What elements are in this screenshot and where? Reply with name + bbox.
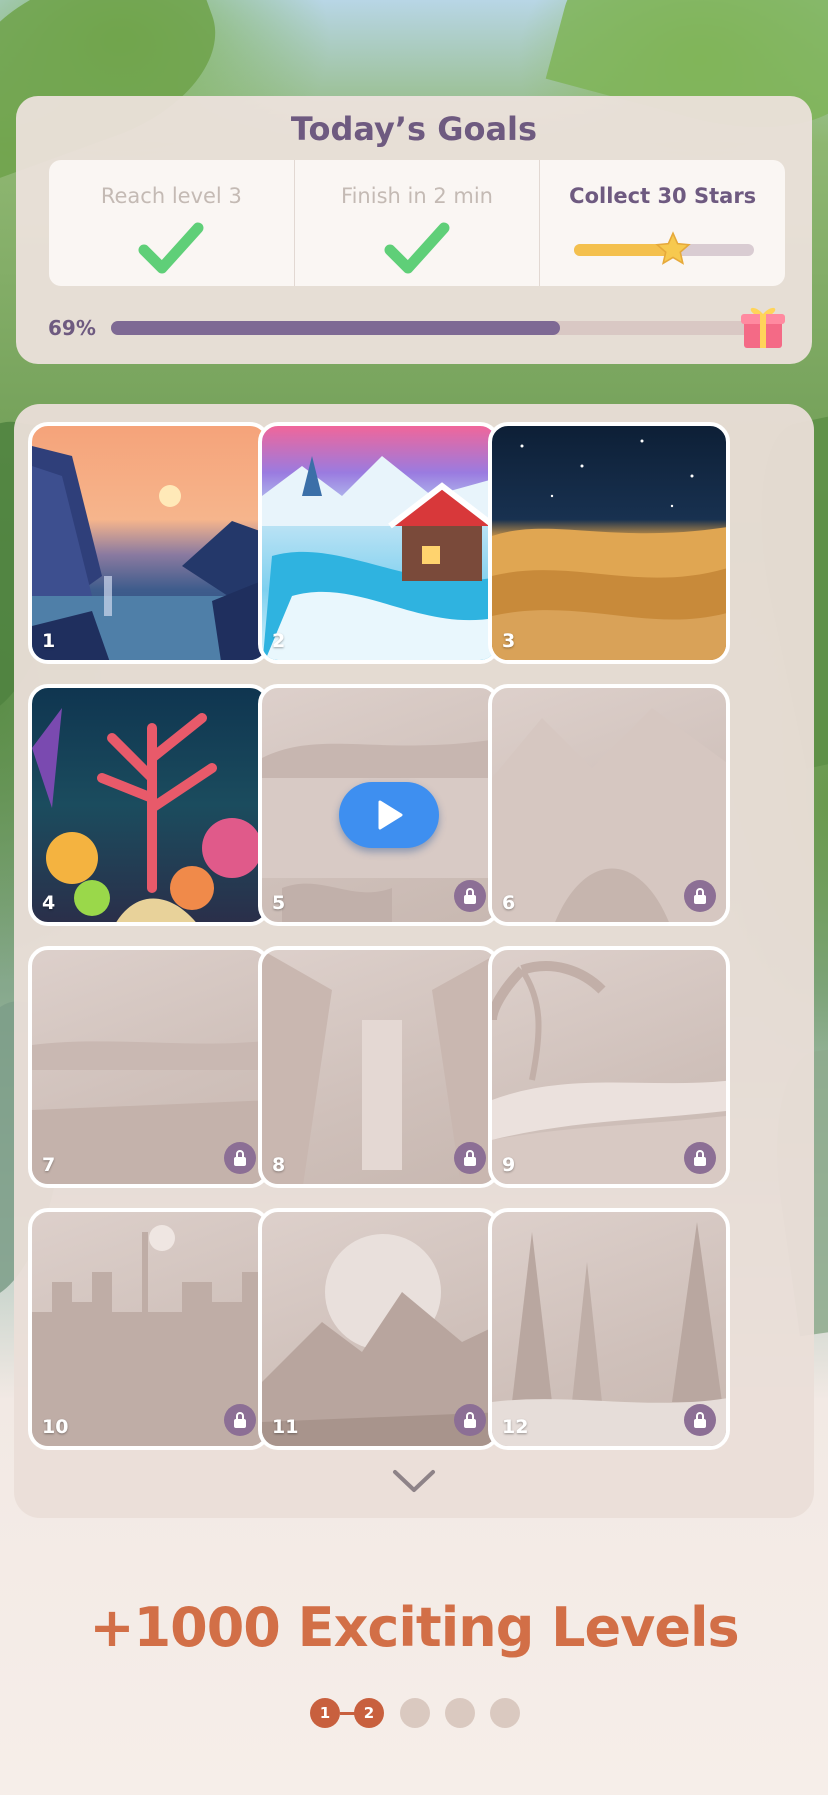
level-tile[interactable]: 10 bbox=[28, 1208, 270, 1450]
level-number: 1 bbox=[42, 630, 56, 652]
level-art bbox=[492, 439, 726, 660]
lock-icon bbox=[224, 1142, 256, 1174]
lock-icon bbox=[454, 1142, 486, 1174]
play-icon bbox=[378, 800, 403, 830]
level-art bbox=[262, 456, 496, 660]
level-art bbox=[32, 708, 262, 922]
level-tile[interactable]: 8 bbox=[258, 946, 500, 1188]
lock-icon bbox=[684, 880, 716, 912]
level-tile[interactable]: 3 bbox=[488, 422, 730, 664]
level-art bbox=[32, 446, 266, 660]
star-icon bbox=[655, 231, 692, 265]
level-number: 11 bbox=[272, 1416, 299, 1438]
goals-title: Today’s Goals bbox=[290, 110, 538, 148]
page-dot[interactable] bbox=[400, 1698, 430, 1728]
level-number: 5 bbox=[272, 892, 286, 914]
play-ad-button[interactable] bbox=[339, 782, 439, 848]
goal-label: Reach level 3 bbox=[100, 184, 242, 208]
level-number: 8 bbox=[272, 1154, 286, 1176]
todays-goals-panel: Today’s Goals Reach level 3 Finish in 2 … bbox=[16, 96, 812, 364]
level-tile[interactable]: 5 bbox=[258, 684, 500, 926]
page-dot-2[interactable]: 2 bbox=[354, 1698, 384, 1728]
goal-collect-stars: Collect 30 Stars bbox=[540, 160, 785, 286]
level-tile[interactable]: 2 bbox=[258, 422, 500, 664]
overall-progress-fill bbox=[111, 321, 560, 335]
stars-progress-bar bbox=[574, 231, 755, 265]
lock-icon bbox=[454, 1404, 486, 1436]
level-number: 3 bbox=[502, 630, 516, 652]
level-number: 12 bbox=[502, 1416, 529, 1438]
goal-reach-level: Reach level 3 bbox=[49, 160, 295, 286]
page-dot[interactable] bbox=[490, 1698, 520, 1728]
overall-progress-label: 69% bbox=[48, 316, 96, 340]
goal-finish-time: Finish in 2 min bbox=[295, 160, 541, 286]
page-dot[interactable] bbox=[445, 1698, 475, 1728]
level-number: 2 bbox=[272, 630, 286, 652]
gift-icon[interactable] bbox=[740, 302, 786, 350]
level-number: 7 bbox=[42, 1154, 56, 1176]
levels-grid-panel: 1 2 3 4 5 6 7 8 9 10 11 12 bbox=[14, 404, 814, 1518]
level-tile[interactable]: 11 bbox=[258, 1208, 500, 1450]
lock-icon bbox=[454, 880, 486, 912]
goal-label: Finish in 2 min bbox=[341, 184, 493, 208]
level-number: 4 bbox=[42, 892, 56, 914]
lock-icon bbox=[224, 1404, 256, 1436]
level-tile[interactable]: 7 bbox=[28, 946, 270, 1188]
check-icon bbox=[384, 222, 450, 274]
headline: +1000 Exciting Levels bbox=[89, 1596, 739, 1659]
lock-icon bbox=[684, 1142, 716, 1174]
page-indicator: 1 2 bbox=[310, 1698, 520, 1732]
level-number: 6 bbox=[502, 892, 516, 914]
level-number: 9 bbox=[502, 1154, 516, 1176]
goals-cards: Reach level 3 Finish in 2 min Collect 30… bbox=[49, 160, 785, 286]
goal-label: Collect 30 Stars bbox=[569, 184, 757, 208]
level-tile[interactable]: 9 bbox=[488, 946, 730, 1188]
level-tile[interactable]: 6 bbox=[488, 684, 730, 926]
check-icon bbox=[138, 222, 204, 274]
level-tile[interactable]: 12 bbox=[488, 1208, 730, 1450]
overall-progress-bar bbox=[111, 321, 761, 335]
chevron-down-icon[interactable] bbox=[392, 1468, 436, 1494]
level-tile[interactable]: 1 bbox=[28, 422, 270, 664]
page-dot-1[interactable]: 1 bbox=[310, 1698, 340, 1728]
level-tile[interactable]: 4 bbox=[28, 684, 270, 926]
level-number: 10 bbox=[42, 1416, 69, 1438]
lock-icon bbox=[684, 1404, 716, 1436]
